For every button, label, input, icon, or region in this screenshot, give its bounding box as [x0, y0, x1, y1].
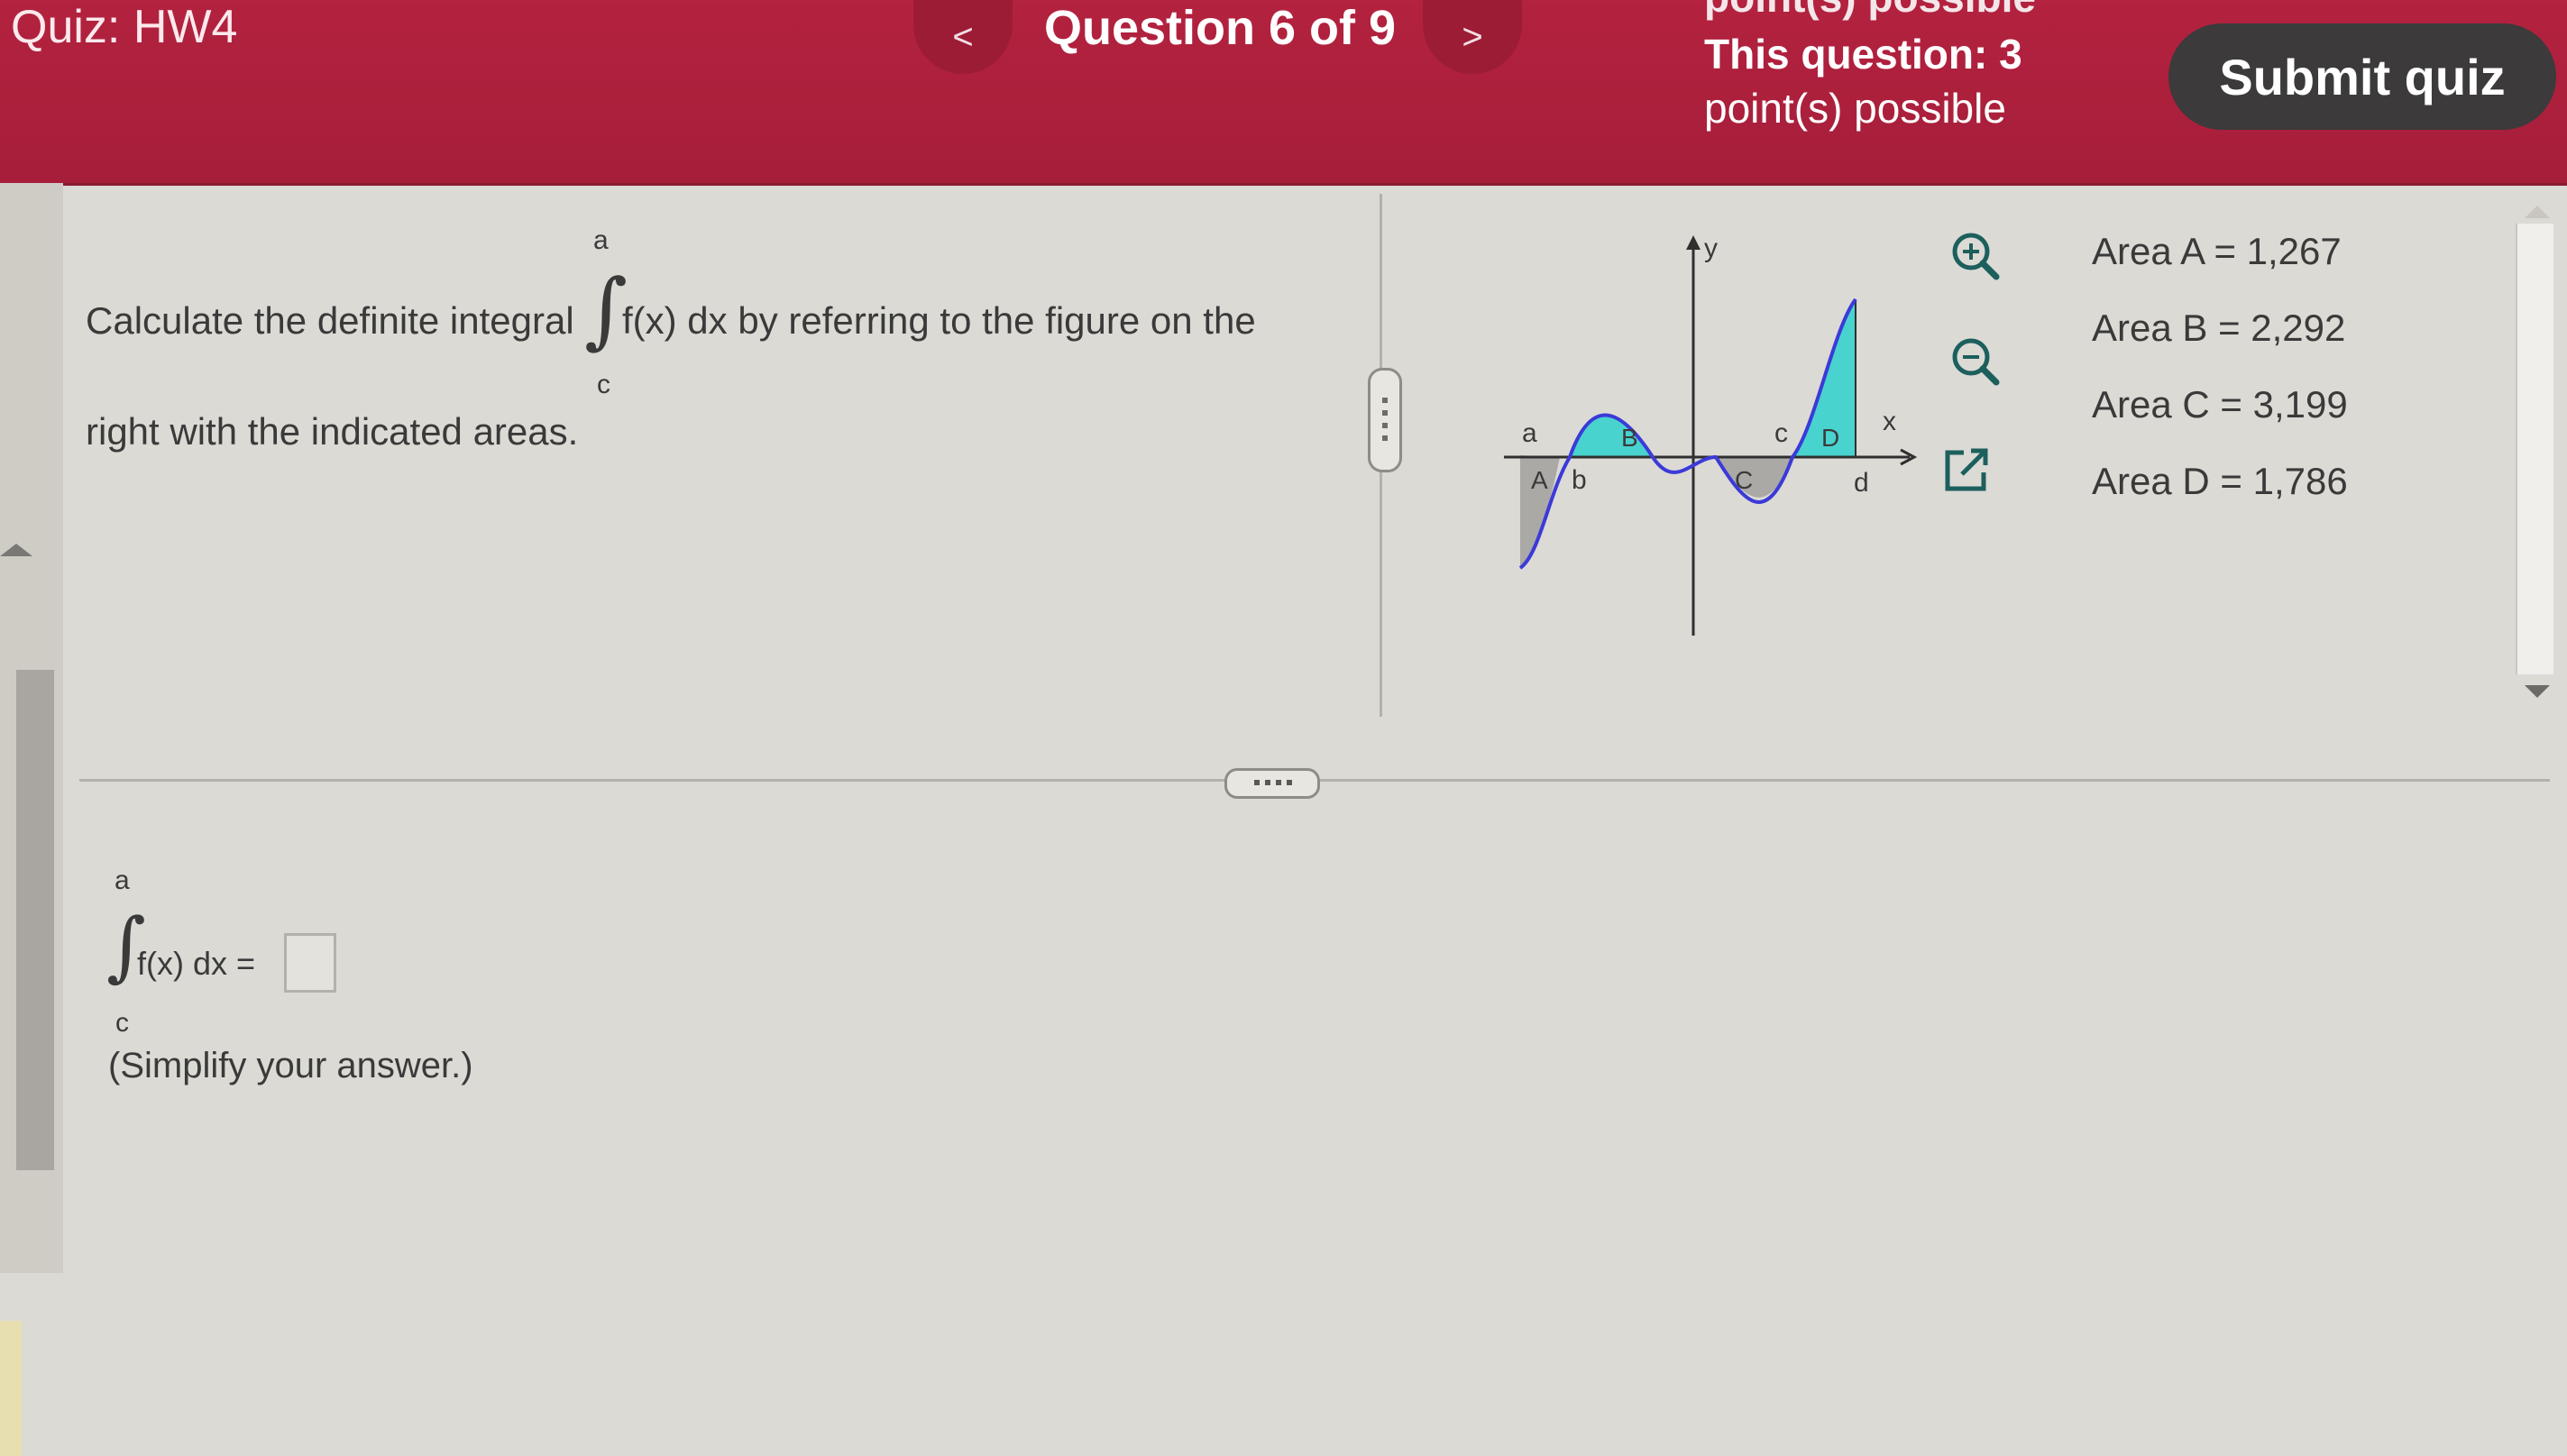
- left-scroll-bar[interactable]: [16, 670, 54, 1170]
- question-text-line2: right with the indicated areas.: [86, 410, 579, 453]
- answer-input[interactable]: [284, 933, 336, 993]
- label-C: C: [1735, 466, 1753, 494]
- scroll-up-icon[interactable]: [2525, 206, 2550, 218]
- integral-sign: ∫: [584, 261, 628, 358]
- area-value: = 1,786: [2220, 460, 2348, 502]
- y-axis-arrow: [1686, 235, 1701, 250]
- area-row: Area D = 1,786: [2092, 460, 2348, 536]
- area-row: Area B = 2,292: [2092, 307, 2348, 383]
- label-A: A: [1531, 466, 1548, 494]
- question-counter: Question 6 of 9: [1044, 1, 1397, 55]
- label-b: b: [1572, 465, 1587, 495]
- label-B: B: [1621, 424, 1638, 452]
- submit-quiz-button[interactable]: Submit quiz: [2168, 23, 2556, 130]
- integral-upper-limit: a: [593, 225, 609, 255]
- function-curve: [1518, 298, 1857, 570]
- area-value: = 1,267: [2214, 230, 2342, 272]
- integral-lower-limit: c: [597, 370, 610, 399]
- points-line-1: This question: 3: [1704, 31, 2022, 78]
- previous-question-button[interactable]: <: [913, 0, 1013, 74]
- label-c: c: [1774, 418, 1788, 448]
- area-label: Area B: [2092, 307, 2208, 349]
- zoom-in-icon[interactable]: [1949, 230, 2002, 282]
- horizontal-resize-handle[interactable]: [1224, 768, 1320, 799]
- label-D: D: [1821, 424, 1839, 452]
- points-possible: This question: 3 point(s) possible: [1704, 27, 2083, 135]
- scroll-thumb[interactable]: [2516, 224, 2553, 674]
- area-row: Area C = 3,199: [2092, 383, 2348, 460]
- answer-expression: f(x) dx =: [137, 945, 256, 982]
- area-label: Area D: [2092, 460, 2210, 502]
- question-text-start: Calculate the definite integral: [86, 299, 574, 342]
- left-rail: [0, 183, 63, 1456]
- points-line-2: point(s) possible: [1704, 85, 2006, 132]
- scroll-down-icon[interactable]: [2525, 685, 2550, 698]
- area-value: = 2,292: [2218, 307, 2346, 349]
- answer-lower-limit: c: [115, 1008, 129, 1038]
- areas-list: Area A = 1,267 Area B = 2,292 Area C = 3…: [2092, 230, 2348, 536]
- label-x: x: [1883, 407, 1896, 436]
- zoom-out-icon[interactable]: [1949, 335, 2002, 388]
- area-label: Area A: [2092, 230, 2204, 272]
- label-y: y: [1704, 234, 1718, 263]
- label-d: d: [1854, 468, 1869, 498]
- area-row: Area A = 1,267: [2092, 230, 2348, 307]
- vertical-resize-handle[interactable]: [1368, 368, 1402, 472]
- question-text-end: f(x) dx by referring to the figure on th…: [622, 299, 1256, 342]
- answer-upper-limit: a: [115, 865, 130, 895]
- left-highlight: [0, 1321, 22, 1456]
- next-question-button[interactable]: >: [1423, 0, 1522, 74]
- popout-icon[interactable]: [1940, 444, 1993, 496]
- simplify-instruction: (Simplify your answer.): [108, 1046, 473, 1085]
- right-scrollbar[interactable]: [2516, 206, 2553, 698]
- integral-figure: a A b B c C D d x y: [1504, 234, 1918, 636]
- points-cut-text: point(s) possible: [1704, 0, 2036, 22]
- quiz-title: Quiz: HW4: [11, 1, 238, 53]
- collapse-arrow-icon[interactable]: [0, 544, 32, 556]
- area-label: Area C: [2092, 383, 2210, 426]
- label-a: a: [1522, 418, 1537, 448]
- quiz-header: Quiz: HW4 < Question 6 of 9 > point(s) p…: [0, 0, 2567, 186]
- area-value: = 3,199: [2220, 383, 2348, 426]
